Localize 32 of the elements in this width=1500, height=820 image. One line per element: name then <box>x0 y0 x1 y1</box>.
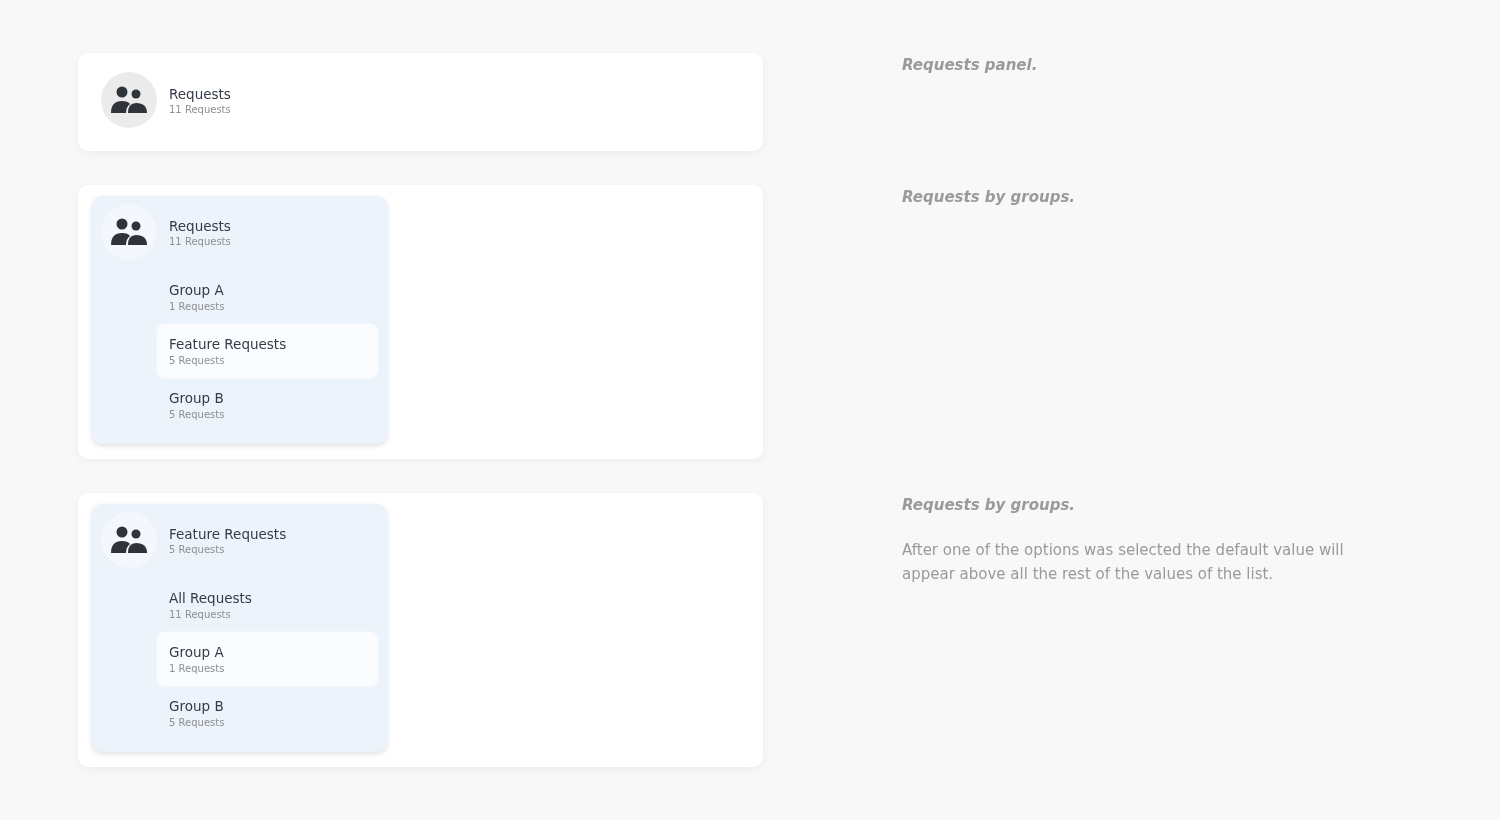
option-title: Group A <box>169 282 225 298</box>
request-count: 1 Requests <box>169 663 226 674</box>
description-text: After one of the options was selected the default value will appear above all the rest of the values of the list. <box>902 540 1345 585</box>
request-count: 1 Requests <box>169 301 226 312</box>
request-count: 5 Requests <box>169 543 226 555</box>
dropdown-option[interactable]: Group A 1 Requests <box>157 270 378 324</box>
dropdown-option[interactable]: Group B 5 Requests <box>157 686 378 740</box>
request-count: 11 Requests <box>169 103 231 115</box>
panel-title: Requests <box>169 85 231 102</box>
request-count: 5 Requests <box>169 355 226 366</box>
option-title: Feature Requests <box>169 336 288 352</box>
panel-header[interactable]: Requests 11 Requests <box>92 64 387 136</box>
dropdown-option[interactable]: All Requests 11 Requests <box>157 578 378 632</box>
panel-title: Requests <box>169 217 231 234</box>
caption-text: Requests by groups. <box>902 496 1077 514</box>
request-count: 11 Requests <box>169 235 231 247</box>
caption-text: Requests panel. <box>902 56 1039 74</box>
option-title: Group A <box>169 644 225 660</box>
caption-text: Requests by groups. <box>902 188 1077 206</box>
dropdown-panel[interactable]: Feature Requests 5 Requests All Requests 11 Requests Group A 1 Requests Group B 5 Requests <box>92 504 387 752</box>
option-title: Group B <box>169 390 225 406</box>
request-count: 11 Requests <box>169 609 232 620</box>
option-title: All Requests <box>169 590 253 606</box>
panel-title: Feature Requests <box>169 525 287 542</box>
dropdown-panel[interactable]: Requests 11 Requests Group A 1 Requests Feature Requests 5 Requests Group B 5 Requests <box>92 196 387 444</box>
dropdown-option[interactable]: Feature Requests 5 Requests <box>157 324 378 378</box>
dropdown-option[interactable]: Group B 5 Requests <box>157 378 378 432</box>
option-title: Group B <box>169 698 225 714</box>
request-count: 5 Requests <box>169 717 226 728</box>
dropdown-option[interactable]: Group A 1 Requests <box>157 632 378 686</box>
request-count: 5 Requests <box>169 409 226 420</box>
people-icon <box>101 72 157 128</box>
